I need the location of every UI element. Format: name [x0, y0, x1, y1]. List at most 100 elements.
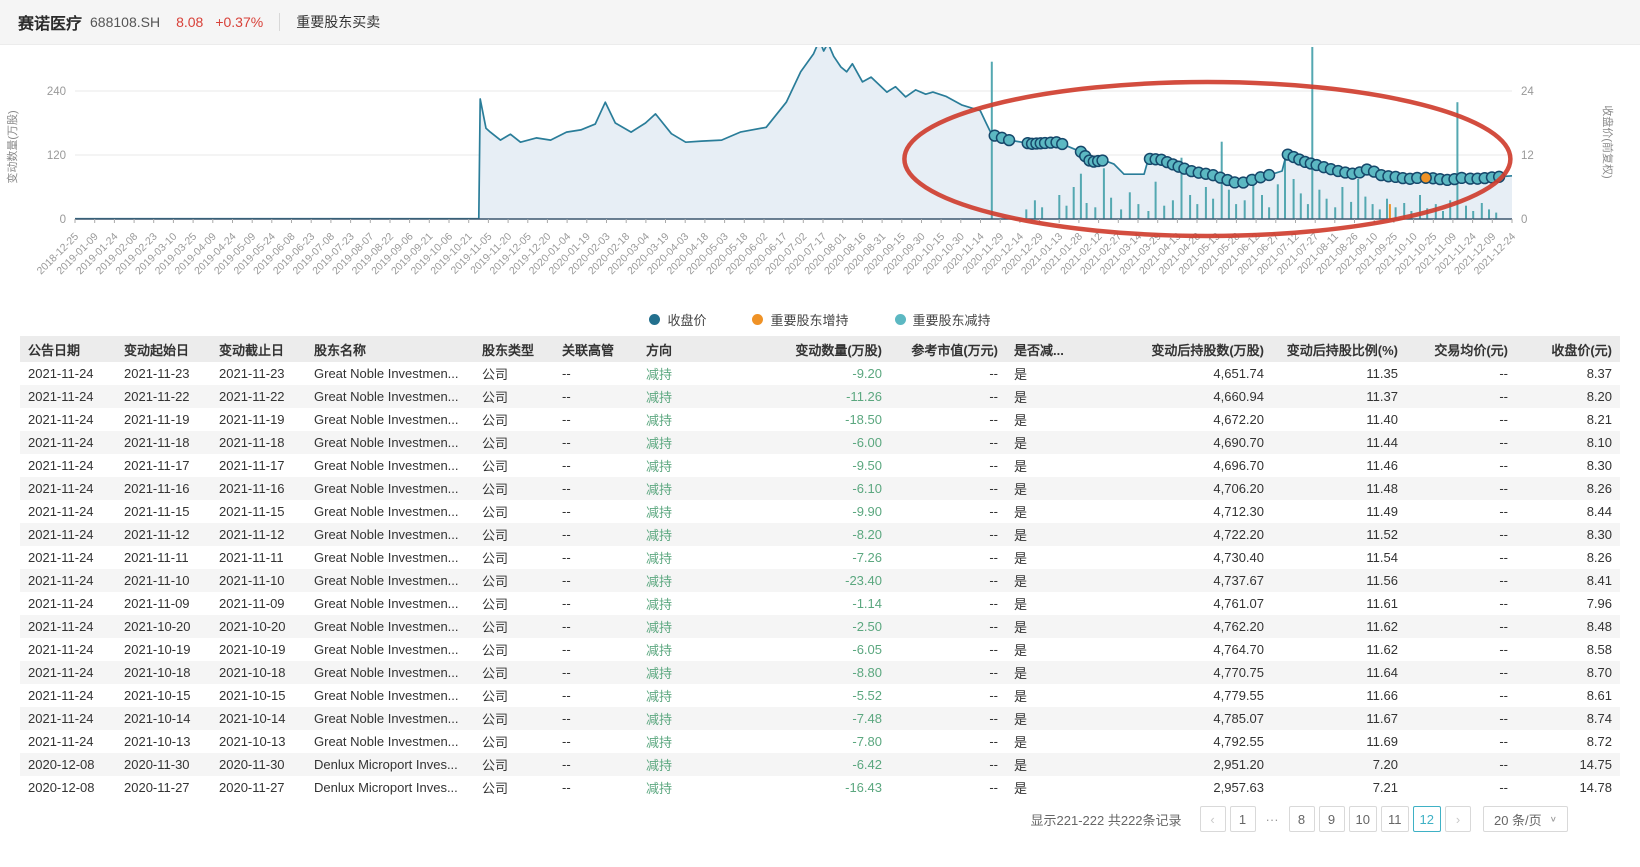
page-button-9[interactable]: 9 [1319, 806, 1345, 832]
table-cell: Great Noble Investmen... [306, 362, 474, 385]
table-cell: 减持 [638, 730, 730, 753]
table-cell: -- [890, 753, 1006, 776]
table-cell: -- [1406, 569, 1516, 592]
table-cell: 8.44 [1516, 500, 1620, 523]
table-cell: -9.90 [730, 500, 890, 523]
table-cell: 2021-11-12 [211, 523, 306, 546]
table-cell: 减持 [638, 661, 730, 684]
table-cell: 减持 [638, 500, 730, 523]
legend-dot-icon [752, 314, 763, 325]
table-cell: 2021-11-24 [20, 638, 116, 661]
table-cell: 8.30 [1516, 523, 1620, 546]
table-cell: Great Noble Investmen... [306, 454, 474, 477]
table-cell: Great Noble Investmen... [306, 707, 474, 730]
table-cell: 8.10 [1516, 431, 1620, 454]
table-cell: -- [554, 569, 638, 592]
table-cell: 2021-11-09 [211, 592, 306, 615]
table-cell: 11.44 [1272, 431, 1406, 454]
legend-label: 重要股东减持 [913, 310, 991, 329]
record-summary: 显示221-222 共222条记录 [1031, 810, 1182, 829]
table-cell: 是 [1006, 431, 1092, 454]
table-cell: Denlux Microport Inves... [306, 776, 474, 799]
page-button-11[interactable]: 11 [1381, 806, 1409, 832]
table-cell: -6.05 [730, 638, 890, 661]
table-cell: 公司 [474, 615, 554, 638]
table-cell: 减持 [638, 477, 730, 500]
table-cell: 11.66 [1272, 684, 1406, 707]
table-cell: 公司 [474, 661, 554, 684]
legend-item-2[interactable]: 重要股东减持 [895, 310, 991, 329]
legend-item-1[interactable]: 重要股东增持 [752, 310, 848, 329]
page-button-10[interactable]: 10 [1349, 806, 1377, 832]
table-cell: 11.49 [1272, 500, 1406, 523]
table-cell: 是 [1006, 615, 1092, 638]
page-button-1[interactable]: 1 [1230, 806, 1256, 832]
tab-important-shareholder-trades[interactable]: 重要股东买卖 [296, 12, 380, 32]
legend-item-0[interactable]: 收盘价 [649, 310, 706, 329]
table-cell: 2021-11-22 [211, 385, 306, 408]
table-cell: 是 [1006, 661, 1092, 684]
page-size-value: 20 条/页 [1494, 810, 1542, 829]
page-size-select[interactable]: 20 条/页 ∨ [1483, 806, 1568, 832]
table-cell: 公司 [474, 684, 554, 707]
table-cell: -- [1406, 477, 1516, 500]
table-cell: -- [1406, 684, 1516, 707]
table-row: 2021-11-242021-10-192021-10-19Great Nobl… [20, 638, 1620, 661]
table-cell: Great Noble Investmen... [306, 638, 474, 661]
table-cell: 2021-10-20 [211, 615, 306, 638]
column-header-5: 关联高管 [554, 336, 638, 362]
table-cell: 11.35 [1272, 362, 1406, 385]
table-cell: 2021-10-14 [116, 707, 211, 730]
table-cell: 2021-10-19 [116, 638, 211, 661]
table-cell: -- [554, 431, 638, 454]
table-cell: -- [1406, 385, 1516, 408]
column-header-6: 方向 [638, 336, 730, 362]
table-cell: 公司 [474, 362, 554, 385]
table-row: 2021-11-242021-11-192021-11-19Great Nobl… [20, 408, 1620, 431]
page-button-8[interactable]: 8 [1289, 806, 1315, 832]
table-cell: 7.20 [1272, 753, 1406, 776]
table-cell: 公司 [474, 431, 554, 454]
svg-text:120: 120 [47, 150, 66, 162]
column-header-11: 变动后持股比例(%) [1272, 336, 1406, 362]
column-header-9: 是否减... [1006, 336, 1092, 362]
page-button-12[interactable]: 12 [1413, 806, 1441, 832]
table-cell: 减持 [638, 546, 730, 569]
table-cell: -- [1406, 362, 1516, 385]
table-cell: 2021-11-11 [211, 546, 306, 569]
table-cell: 2021-11-24 [20, 730, 116, 753]
stock-change-percent: +0.37% [215, 14, 263, 30]
table-cell: -- [890, 546, 1006, 569]
table-cell: -- [1406, 753, 1516, 776]
legend-dot-icon [649, 314, 660, 325]
column-header-7: 变动数量(万股) [730, 336, 890, 362]
table-cell: -- [554, 454, 638, 477]
table-cell: 4,764.70 [1092, 638, 1272, 661]
table-cell: 是 [1006, 753, 1092, 776]
table-cell: 8.74 [1516, 707, 1620, 730]
table-cell: -- [554, 362, 638, 385]
table-cell: 2020-11-27 [116, 776, 211, 799]
table-cell: 是 [1006, 707, 1092, 730]
table-cell: 8.70 [1516, 661, 1620, 684]
table-cell: 2021-11-24 [20, 362, 116, 385]
table-cell: 2021-11-24 [20, 408, 116, 431]
table-cell: -18.50 [730, 408, 890, 431]
table-row: 2021-11-242021-10-202021-10-20Great Nobl… [20, 615, 1620, 638]
table-cell: -- [554, 523, 638, 546]
column-header-1: 变动起始日 [116, 336, 211, 362]
table-row: 2021-11-242021-10-142021-10-14Great Nobl… [20, 707, 1620, 730]
table-row: 2021-11-242021-11-222021-11-22Great Nobl… [20, 385, 1620, 408]
pagination-bar: 显示221-222 共222条记录 ‹1···89101112› 20 条/页 … [0, 799, 1640, 839]
shareholder-trades-table: 公告日期变动起始日变动截止日股东名称股东类型关联高管方向变动数量(万股)参考市值… [20, 336, 1620, 799]
table-cell: 减持 [638, 569, 730, 592]
table-cell: 2021-11-18 [211, 431, 306, 454]
table-cell: 2021-11-12 [116, 523, 211, 546]
price-volume-chart[interactable]: 2018-12-252019-01-092019-01-242019-02-08… [0, 47, 1640, 301]
table-cell: Great Noble Investmen... [306, 661, 474, 684]
table-cell: 2021-11-11 [116, 546, 211, 569]
table-cell: Great Noble Investmen... [306, 477, 474, 500]
table-row: 2021-11-242021-11-092021-11-09Great Nobl… [20, 592, 1620, 615]
table-cell: -8.20 [730, 523, 890, 546]
table-cell: 2021-10-15 [116, 684, 211, 707]
